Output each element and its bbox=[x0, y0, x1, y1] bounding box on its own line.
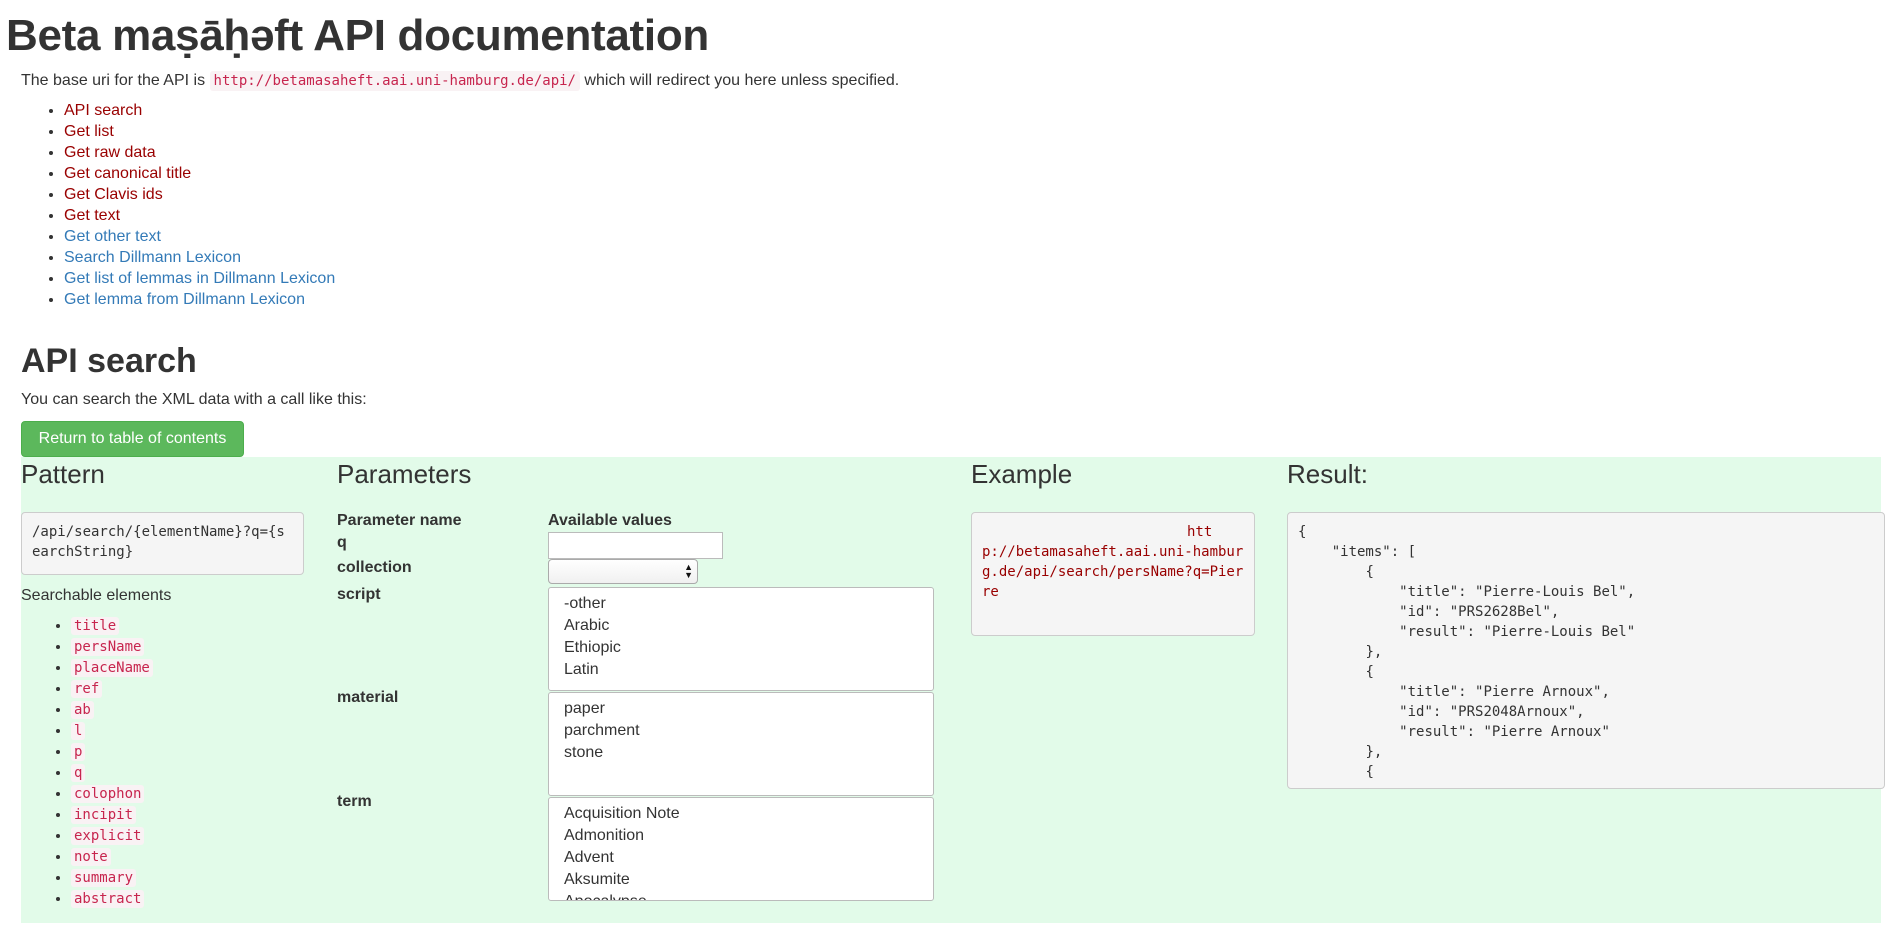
element-code: summary bbox=[71, 869, 137, 887]
script-option[interactable]: Latin bbox=[564, 659, 933, 681]
list-item: incipit bbox=[71, 804, 153, 825]
script-option[interactable]: Ethiopic bbox=[564, 637, 933, 659]
toc-item: Get lemma from Dillmann Lexicon bbox=[64, 289, 335, 310]
element-code: abstract bbox=[71, 890, 145, 908]
toc-link-get-clavis-ids[interactable]: Get Clavis ids bbox=[64, 186, 163, 203]
searchable-elements-label: Searchable elements bbox=[21, 587, 172, 604]
toc-item: Get Clavis ids bbox=[64, 184, 335, 205]
element-code: colophon bbox=[71, 785, 145, 803]
term-option[interactable]: Acquisition Note bbox=[564, 803, 933, 825]
q-input[interactable] bbox=[548, 532, 723, 559]
toc-link-get-raw-data[interactable]: Get raw data bbox=[64, 144, 156, 161]
script-multiselect[interactable]: -other Arabic Ethiopic Latin bbox=[548, 587, 934, 691]
param-script-label: script bbox=[337, 586, 381, 603]
pattern-column: Pattern /api/search/{elementName}?q={sea… bbox=[21, 457, 311, 923]
term-option[interactable]: Aksumite bbox=[564, 869, 933, 891]
element-code: q bbox=[71, 764, 86, 782]
element-code: note bbox=[71, 848, 111, 866]
element-code: ref bbox=[71, 680, 103, 698]
param-collection-label: collection bbox=[337, 559, 412, 576]
page-title: Beta maṣāḥǝft API documentation bbox=[6, 11, 709, 60]
list-item: ref bbox=[71, 678, 153, 699]
list-item: summary bbox=[71, 867, 153, 888]
toc-item: API search bbox=[64, 100, 335, 121]
result-code-box: { "items": [ { "title": "Pierre-Louis Be… bbox=[1287, 512, 1885, 789]
intro-text: The base uri for the API is http://betam… bbox=[21, 70, 899, 92]
term-option[interactable]: Apocalypse bbox=[564, 891, 933, 900]
example-heading: Example bbox=[971, 459, 1073, 489]
result-heading: Result: bbox=[1287, 459, 1368, 489]
material-multiselect[interactable]: paper parchment stone bbox=[548, 692, 934, 796]
term-option[interactable]: Admonition bbox=[564, 825, 933, 847]
list-item: l bbox=[71, 720, 153, 741]
searchable-elements-list: title persName placeName ref ab l p q co… bbox=[44, 615, 153, 909]
material-option[interactable]: parchment bbox=[564, 720, 933, 742]
list-item: note bbox=[71, 846, 153, 867]
element-code: p bbox=[71, 743, 86, 761]
list-item: ab bbox=[71, 699, 153, 720]
parameter-name-header: Parameter name bbox=[337, 512, 462, 529]
term-multiselect[interactable]: Acquisition Note Admonition Advent Aksum… bbox=[548, 797, 934, 901]
toc-link-get-canonical-title[interactable]: Get canonical title bbox=[64, 165, 191, 182]
toc-item: Get list bbox=[64, 121, 335, 142]
toc-item: Get text bbox=[64, 205, 335, 226]
list-item: explicit bbox=[71, 825, 153, 846]
example-url-link[interactable]: http://betamasaheft.aai.uni-hamburg.de/a… bbox=[982, 522, 1244, 602]
base-uri-code: http://betamasaheft.aai.uni-hamburg.de/a… bbox=[209, 71, 580, 91]
section-title: API search bbox=[21, 342, 197, 380]
intro-prefix: The base uri for the API is bbox=[21, 72, 210, 89]
script-option[interactable]: -other bbox=[564, 593, 933, 615]
pattern-code-box: /api/search/{elementName}?q={searchStrin… bbox=[21, 512, 304, 575]
toc-item: Get raw data bbox=[64, 142, 335, 163]
example-column: Example http://betamasaheft.aai.uni-hamb… bbox=[971, 457, 1261, 923]
toc-link-get-text[interactable]: Get text bbox=[64, 207, 120, 224]
intro-suffix: which will redirect you here unless spec… bbox=[579, 72, 900, 89]
toc-item: Get other text bbox=[64, 226, 335, 247]
list-item: title bbox=[71, 615, 153, 636]
list-item: persName bbox=[71, 636, 153, 657]
material-option[interactable]: paper bbox=[564, 698, 933, 720]
script-option[interactable]: Arabic bbox=[564, 615, 933, 637]
element-code: persName bbox=[71, 638, 145, 656]
table-of-contents: API search Get list Get raw data Get can… bbox=[44, 100, 335, 310]
element-code: placeName bbox=[71, 659, 153, 677]
parameters-column: Parameters Parameter name Available valu… bbox=[337, 457, 952, 923]
param-q-label: q bbox=[337, 534, 347, 551]
list-item: placeName bbox=[71, 657, 153, 678]
element-code: incipit bbox=[71, 806, 137, 824]
toc-item: Get canonical title bbox=[64, 163, 335, 184]
example-code-box: http://betamasaheft.aai.uni-hamburg.de/a… bbox=[971, 512, 1255, 636]
toc-link-get-other-text[interactable]: Get other text bbox=[64, 228, 161, 245]
return-to-toc-button[interactable]: Return to table of contents bbox=[21, 421, 244, 457]
list-item: abstract bbox=[71, 888, 153, 909]
available-values-header: Available values bbox=[548, 512, 672, 529]
element-code: l bbox=[71, 722, 86, 740]
select-arrows-icon: ▲ ▼ bbox=[684, 562, 693, 580]
result-column: Result: { "items": [ { "title": "Pierre-… bbox=[1287, 457, 1885, 923]
toc-item: Search Dillmann Lexicon bbox=[64, 247, 335, 268]
toc-item: Get list of lemmas in Dillmann Lexicon bbox=[64, 268, 335, 289]
material-option[interactable]: stone bbox=[564, 742, 933, 764]
element-code: title bbox=[71, 617, 120, 635]
term-option[interactable]: Advent bbox=[564, 847, 933, 869]
toc-link-list-lemmas[interactable]: Get list of lemmas in Dillmann Lexicon bbox=[64, 270, 335, 287]
list-item: p bbox=[71, 741, 153, 762]
parameters-heading: Parameters bbox=[337, 459, 472, 489]
element-code: explicit bbox=[71, 827, 145, 845]
element-code: ab bbox=[71, 701, 94, 719]
toc-link-api-search[interactable]: API search bbox=[64, 102, 142, 119]
param-term-label: term bbox=[337, 793, 372, 810]
list-item: q bbox=[71, 762, 153, 783]
collection-select[interactable]: ▲ ▼ bbox=[548, 559, 698, 584]
param-material-label: material bbox=[337, 689, 399, 706]
section-description: You can search the XML data with a call … bbox=[21, 391, 367, 408]
toc-link-search-dillmann[interactable]: Search Dillmann Lexicon bbox=[64, 249, 241, 266]
list-item: colophon bbox=[71, 783, 153, 804]
pattern-heading: Pattern bbox=[21, 459, 105, 489]
toc-link-get-list[interactable]: Get list bbox=[64, 123, 114, 140]
toc-link-get-lemma[interactable]: Get lemma from Dillmann Lexicon bbox=[64, 291, 305, 308]
api-search-panel: Pattern /api/search/{elementName}?q={sea… bbox=[21, 457, 1885, 923]
